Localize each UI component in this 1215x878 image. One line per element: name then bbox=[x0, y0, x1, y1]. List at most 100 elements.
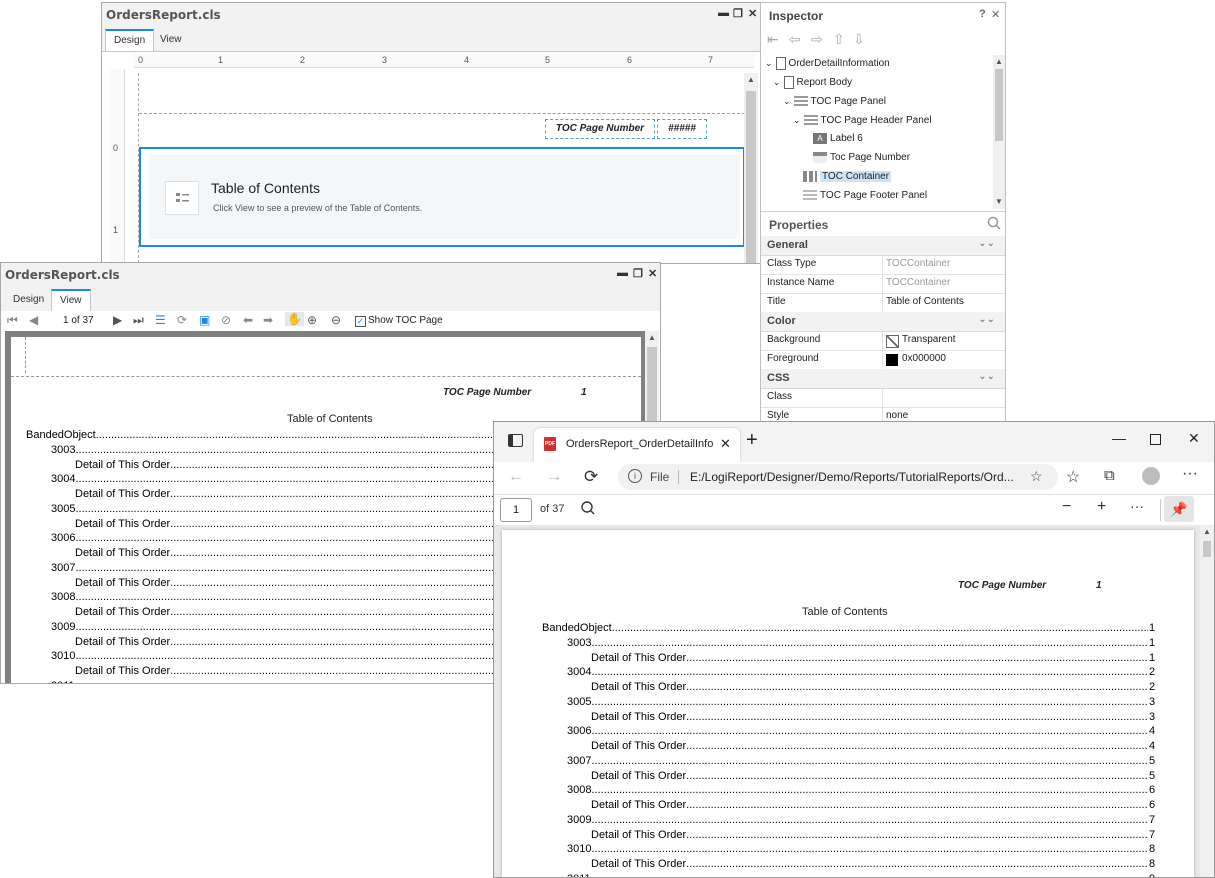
address-bar[interactable]: i File E:/LogiReport/Designer/Demo/Repor… bbox=[618, 464, 1058, 490]
pdf-page[interactable]: TOC Page Number 1 Table of Contents Band… bbox=[502, 530, 1194, 877]
toc-entry[interactable]: 3006....................................… bbox=[567, 725, 1148, 737]
property-row[interactable]: Foreground 0x000000 bbox=[761, 350, 1005, 370]
chevron-collapse-icon[interactable]: ⌄⌄ bbox=[978, 314, 995, 325]
design-canvas[interactable]: TOC Page Number ##### Table of Contents … bbox=[138, 73, 745, 263]
show-toc-checkbox[interactable]: ✓ bbox=[355, 316, 366, 327]
minimize-icon[interactable]: ▬ bbox=[718, 7, 729, 19]
toc-entry[interactable]: Detail of This Order....................… bbox=[591, 652, 1148, 664]
info-icon[interactable]: i bbox=[628, 469, 642, 483]
property-row[interactable]: Class Type TOCContainer bbox=[761, 255, 1005, 275]
group-color[interactable]: Color ⌄⌄ bbox=[761, 312, 1005, 332]
window-maximize-icon[interactable] bbox=[1150, 434, 1161, 445]
first-page-icon[interactable]: ⏮ bbox=[7, 313, 18, 328]
tab-close-icon[interactable]: ✕ bbox=[720, 436, 731, 452]
add-favorite-icon[interactable]: ☆ bbox=[1030, 468, 1043, 485]
chevron-down-icon[interactable]: ⌄ bbox=[773, 77, 781, 87]
tab-design[interactable]: Design bbox=[5, 290, 52, 310]
header-label-box[interactable]: TOC Page Number bbox=[545, 119, 655, 139]
zoom-in-button[interactable]: + bbox=[1097, 498, 1106, 516]
toc-entry[interactable]: 3008....................................… bbox=[567, 784, 1148, 796]
tree-item[interactable]: A Label 6 bbox=[813, 131, 863, 147]
toc-entry[interactable]: Detail of This Order....................… bbox=[591, 799, 1148, 811]
tree-item[interactable]: ⌄ TOC Page Header Panel bbox=[793, 112, 932, 128]
toc-entry[interactable]: 3007....................................… bbox=[567, 755, 1148, 767]
help-icon[interactable]: ? bbox=[979, 8, 986, 20]
restore-icon[interactable]: ❐ bbox=[633, 267, 643, 280]
scroll-thumb[interactable] bbox=[746, 91, 756, 263]
toc-entry[interactable]: Detail of This Order....................… bbox=[591, 681, 1148, 693]
zoom-in-icon[interactable]: ⊕ bbox=[307, 313, 317, 327]
property-value[interactable]: 0x000000 bbox=[902, 353, 946, 364]
profile-avatar[interactable] bbox=[1142, 467, 1160, 485]
forward-arrow-icon[interactable]: → bbox=[546, 468, 562, 486]
toc-entry[interactable]: 3003....................................… bbox=[567, 637, 1148, 649]
scroll-down-icon[interactable]: ▼ bbox=[995, 197, 1003, 206]
toc-list-icon[interactable]: ☰ bbox=[155, 313, 166, 327]
toc-entry[interactable]: Detail of This Order....................… bbox=[591, 858, 1148, 870]
scroll-up-icon[interactable]: ▲ bbox=[1203, 527, 1211, 536]
back-icon[interactable]: ⬅ bbox=[243, 313, 253, 327]
toc-entry[interactable]: 3005....................................… bbox=[567, 696, 1148, 708]
property-row[interactable]: Style none bbox=[761, 407, 1005, 421]
scroll-thumb[interactable] bbox=[995, 69, 1003, 141]
design-scrollbar[interactable]: ▲ bbox=[744, 73, 758, 263]
tree-item[interactable]: ⌄ OrderDetailInformation bbox=[765, 55, 890, 71]
tree-item[interactable]: ⌄ TOC Page Panel bbox=[783, 93, 886, 109]
toc-entry[interactable]: 3009....................................… bbox=[567, 814, 1148, 826]
export-icon[interactable]: ▣ bbox=[199, 313, 210, 327]
tab-view[interactable]: View bbox=[51, 289, 91, 311]
favorites-icon[interactable]: ☆ bbox=[1066, 467, 1080, 487]
chevron-down-icon[interactable]: ⌄ bbox=[783, 96, 791, 106]
pdf-more-icon[interactable]: ··· bbox=[1130, 498, 1144, 514]
tab-design[interactable]: Design bbox=[105, 29, 155, 51]
chevron-collapse-icon[interactable]: ⌄⌄ bbox=[978, 371, 995, 382]
property-row[interactable]: Background Transparent bbox=[761, 331, 1005, 351]
address-text[interactable]: E:/LogiReport/Designer/Demo/Reports/Tuto… bbox=[690, 470, 1014, 484]
new-tab-button[interactable]: + bbox=[746, 429, 758, 452]
chevron-collapse-icon[interactable]: ⌄⌄ bbox=[978, 238, 995, 249]
toc-entry[interactable]: 3004....................................… bbox=[567, 666, 1148, 678]
browser-tab[interactable]: PDF OrdersReport_OrderDetailInform ✕ bbox=[534, 428, 740, 462]
more-menu-icon[interactable]: ··· bbox=[1182, 465, 1198, 483]
zoom-out-button[interactable]: − bbox=[1062, 498, 1071, 516]
tree-item[interactable]: TOC Page Footer Panel bbox=[803, 188, 927, 204]
next-page-icon[interactable]: ▶ bbox=[113, 313, 122, 327]
chevron-down-icon[interactable]: ⌄ bbox=[765, 58, 773, 68]
property-value[interactable]: Transparent bbox=[902, 334, 956, 345]
search-icon[interactable] bbox=[987, 216, 1001, 233]
property-value[interactable]: Table of Contents bbox=[886, 296, 964, 307]
group-css[interactable]: CSS ⌄⌄ bbox=[761, 369, 1005, 389]
property-value[interactable]: TOCContainer bbox=[886, 277, 950, 288]
pdf-scrollbar[interactable]: ▲ bbox=[1200, 525, 1214, 877]
tab-actions-icon[interactable] bbox=[508, 434, 523, 447]
scroll-up-icon[interactable]: ▲ bbox=[648, 333, 656, 342]
page-number-input[interactable]: 1 bbox=[500, 498, 532, 522]
arrow-down-icon[interactable]: ⇩ bbox=[853, 31, 865, 48]
stop-icon[interactable]: ⊘ bbox=[221, 313, 231, 327]
property-row[interactable]: Title Table of Contents bbox=[761, 293, 1005, 313]
back-arrow-icon[interactable]: ← bbox=[508, 468, 524, 486]
window-minimize-icon[interactable]: — bbox=[1112, 430, 1126, 446]
minimize-icon[interactable]: ▬ bbox=[617, 267, 628, 279]
pin-toolbar-icon[interactable]: 📌 bbox=[1164, 496, 1194, 522]
tab-view[interactable]: View bbox=[152, 30, 190, 50]
toc-container[interactable]: Table of Contents Click View to see a pr… bbox=[139, 147, 745, 247]
arrow-left-icon[interactable]: ⇦ bbox=[789, 31, 801, 48]
toc-entry[interactable]: Detail of This Order....................… bbox=[591, 770, 1148, 782]
last-page-icon[interactable]: ⏭ bbox=[133, 313, 144, 328]
tree-item[interactable]: Toc Page Number bbox=[813, 150, 910, 166]
pdf-search-icon[interactable] bbox=[580, 500, 596, 519]
property-value[interactable]: none bbox=[886, 410, 908, 421]
arrow-up-icon[interactable]: ⇧ bbox=[833, 31, 845, 48]
close-icon[interactable]: ✕ bbox=[648, 267, 657, 280]
scroll-thumb[interactable] bbox=[1203, 541, 1211, 557]
group-general[interactable]: General ⌄⌄ bbox=[761, 236, 1005, 256]
toc-entry[interactable]: BandedObject............................… bbox=[542, 622, 1148, 634]
property-value[interactable]: TOCContainer bbox=[886, 258, 950, 269]
property-row[interactable]: Class bbox=[761, 388, 1005, 408]
toc-entry[interactable]: Detail of This Order....................… bbox=[591, 829, 1148, 841]
scroll-up-icon[interactable]: ▲ bbox=[747, 75, 755, 84]
inspector-close-icon[interactable]: ✕ bbox=[991, 8, 1000, 21]
hand-pan-icon[interactable]: ✋ bbox=[285, 312, 304, 326]
arrow-right-icon[interactable]: ⇨ bbox=[811, 31, 823, 48]
